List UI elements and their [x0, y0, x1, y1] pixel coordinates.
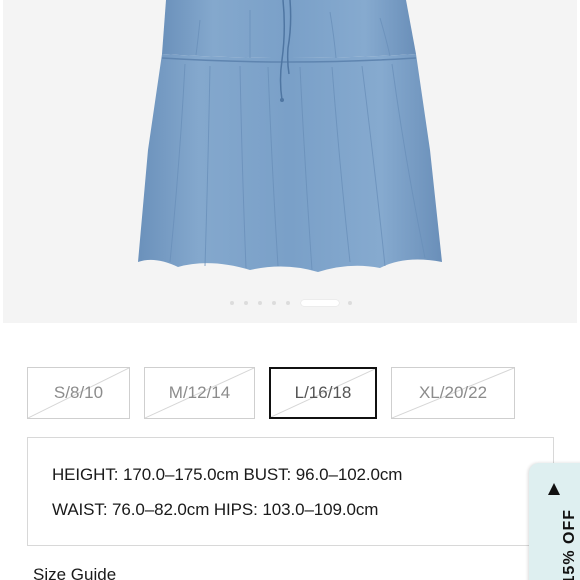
discount-label: 15% OFF: [561, 509, 578, 580]
size-option-label: S/8/10: [53, 383, 104, 402]
size-option-xl[interactable]: XL/20/22: [391, 367, 515, 419]
carousel-dot[interactable]: [286, 301, 290, 305]
measurements-line-waist-hips: WAIST: 76.0–82.0cm HIPS: 103.0–109.0cm: [52, 500, 379, 519]
carousel-dot[interactable]: [244, 301, 248, 305]
carousel-dot[interactable]: [258, 301, 262, 305]
product-image-gallery[interactable]: [0, 0, 580, 323]
size-option-label: M/12/14: [168, 383, 231, 402]
size-option-l[interactable]: L/16/18: [269, 367, 377, 419]
size-option-m[interactable]: M/12/14: [144, 367, 255, 419]
carousel-dot-active[interactable]: [301, 300, 339, 306]
size-option-s[interactable]: S/8/10: [27, 367, 130, 419]
product-image: [138, 0, 442, 272]
size-option-label: XL/20/22: [418, 383, 488, 402]
size-option-label: L/16/18: [294, 383, 352, 402]
size-guide-link[interactable]: Size Guide: [33, 565, 116, 580]
carousel-dot[interactable]: [230, 301, 234, 305]
discount-side-tab[interactable]: 15% OFF: [529, 463, 580, 580]
carousel-dot[interactable]: [272, 301, 276, 305]
size-measurements-panel: HEIGHT: 170.0–175.0cm BUST: 96.0–102.0cm…: [27, 437, 554, 546]
measurements-line-height-bust: HEIGHT: 170.0–175.0cm BUST: 96.0–102.0cm: [52, 465, 403, 484]
carousel-indicator: [0, 299, 580, 307]
triangle-up-icon: [548, 483, 560, 495]
carousel-dot[interactable]: [348, 301, 352, 305]
